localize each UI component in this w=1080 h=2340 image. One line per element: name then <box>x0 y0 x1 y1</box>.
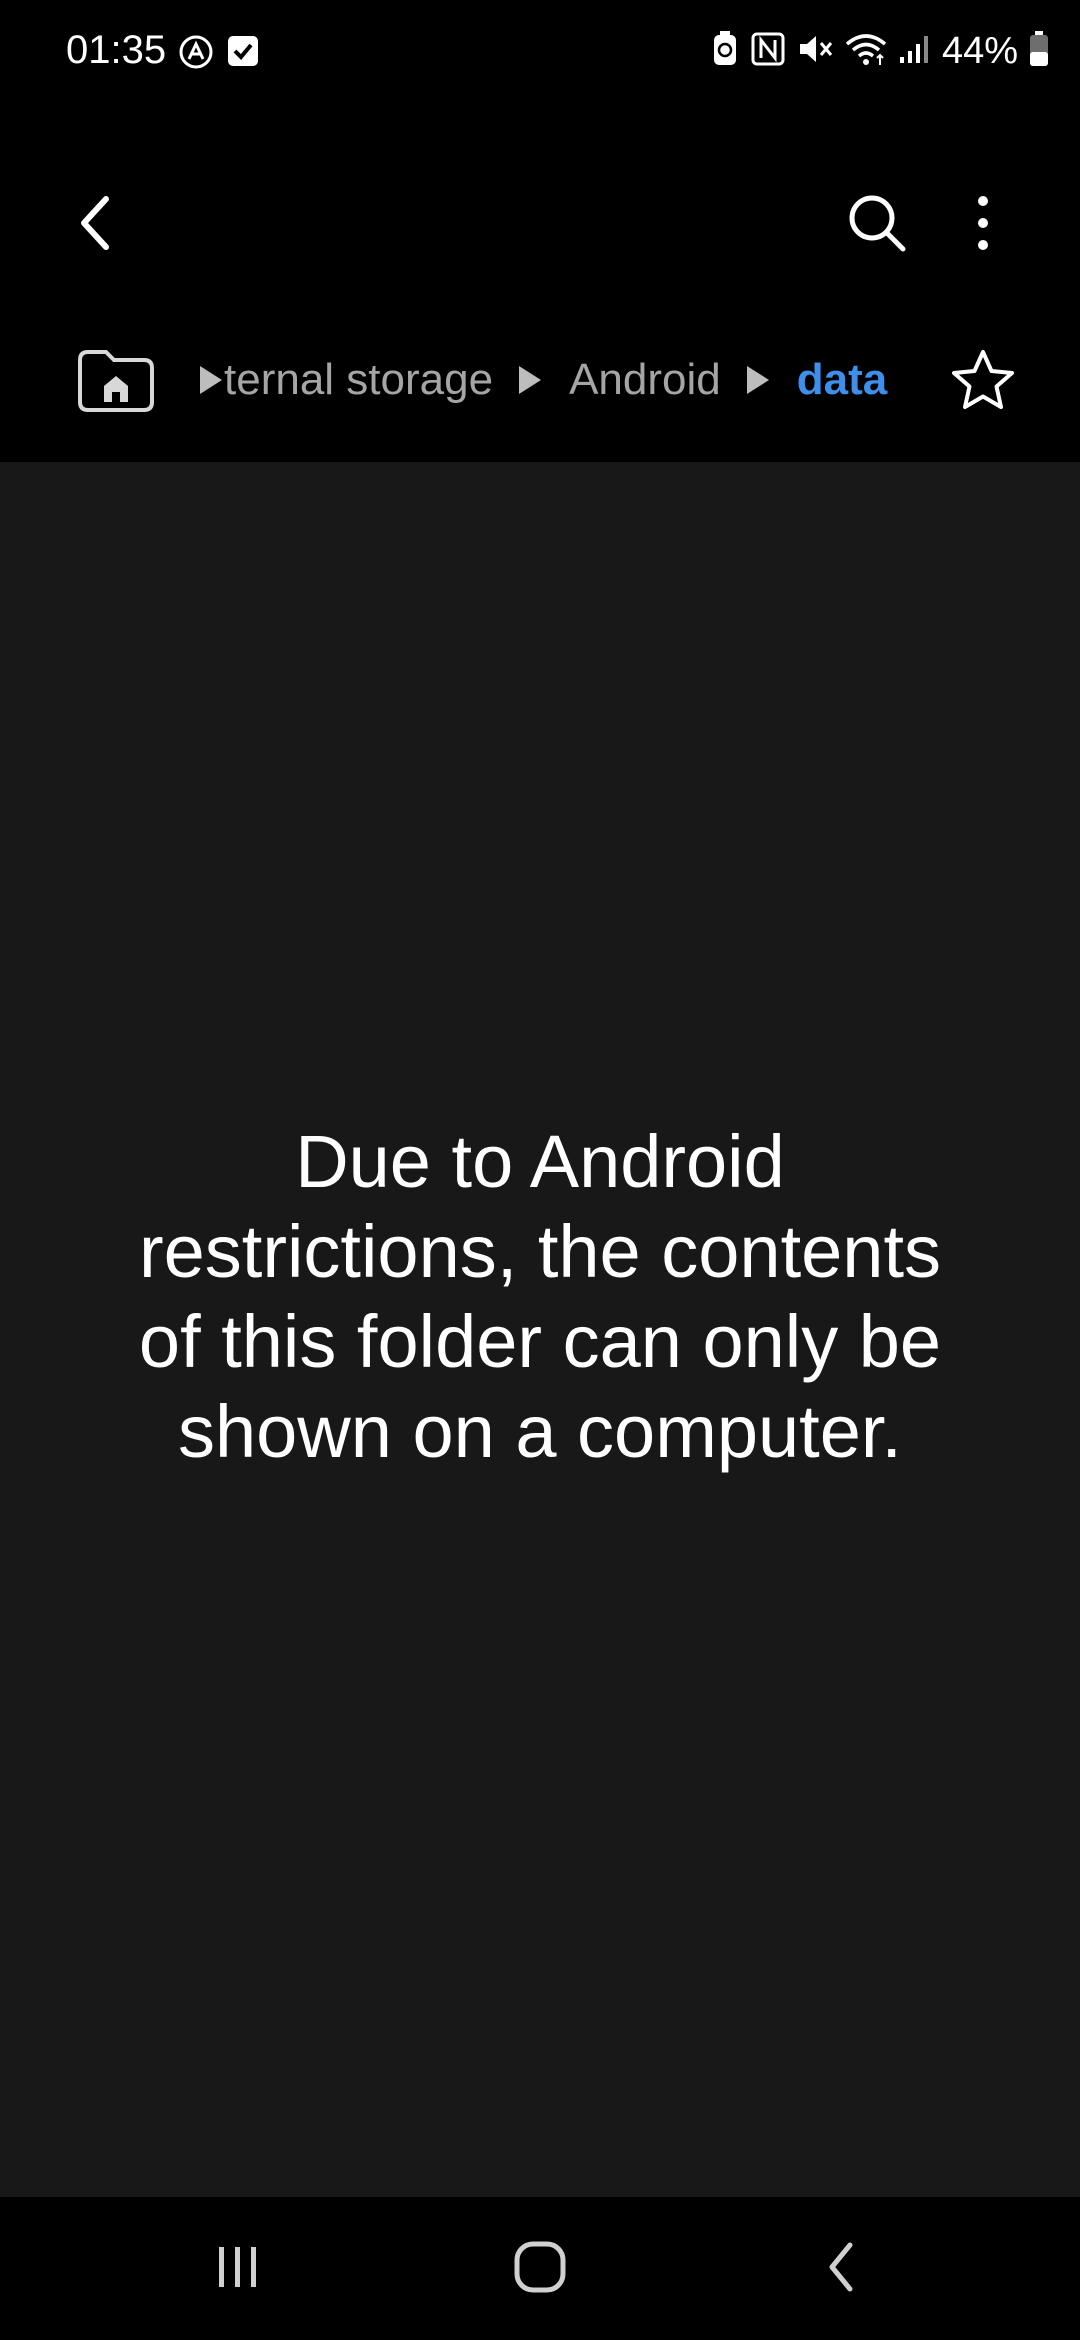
app-bar <box>0 170 1080 280</box>
home-folder-icon <box>76 350 156 418</box>
battery-saver-icon <box>710 29 740 74</box>
more-options-button[interactable] <box>938 180 1028 270</box>
signal-icon <box>898 31 932 72</box>
status-time: 01:35 <box>66 28 167 72</box>
back-icon <box>822 2239 862 2300</box>
recents-icon <box>213 2242 263 2297</box>
more-vertical-icon <box>973 193 993 258</box>
check-box-icon <box>226 34 260 75</box>
nfc-icon <box>750 31 786 72</box>
chevron-left-icon <box>70 193 120 258</box>
status-left-icons <box>178 34 260 75</box>
home-button[interactable] <box>480 2219 600 2319</box>
nav-back-button[interactable] <box>782 2219 902 2319</box>
breadcrumb-item-internal-storage[interactable]: ternal storage <box>224 350 493 410</box>
home-folder-button[interactable] <box>76 348 156 414</box>
breadcrumb-path: ternal storage Android data <box>196 350 926 410</box>
auto-icon <box>178 34 214 75</box>
home-icon <box>512 2239 568 2300</box>
status-right-icons: 44% <box>710 28 1050 74</box>
star-icon <box>948 350 1018 420</box>
breadcrumb-arrow-icon <box>746 366 769 394</box>
breadcrumb-arrow-icon <box>519 366 542 394</box>
search-icon <box>845 191 909 260</box>
battery-icon <box>1028 30 1050 73</box>
breadcrumb-item-data[interactable]: data <box>797 350 887 410</box>
folder-content: Due to Android restrictions, the content… <box>0 462 1080 2197</box>
navigation-bar <box>0 2197 1080 2340</box>
recents-button[interactable] <box>178 2219 298 2319</box>
battery-percent: 44% <box>941 30 1018 72</box>
status-bar: 01:35 44% <box>0 0 1080 100</box>
mute-icon <box>796 31 834 72</box>
search-button[interactable] <box>832 180 922 270</box>
breadcrumb-arrow-icon <box>200 366 222 394</box>
breadcrumb: ternal storage Android data <box>0 330 1080 430</box>
breadcrumb-item-android[interactable]: Android <box>569 350 721 410</box>
wifi-icon <box>844 31 888 72</box>
back-button[interactable] <box>50 180 140 270</box>
restriction-message: Due to Android restrictions, the content… <box>138 1120 942 1473</box>
screen: 01:35 44% ternal storage Android data Du… <box>0 0 1080 2340</box>
favorite-button[interactable] <box>948 346 1018 416</box>
